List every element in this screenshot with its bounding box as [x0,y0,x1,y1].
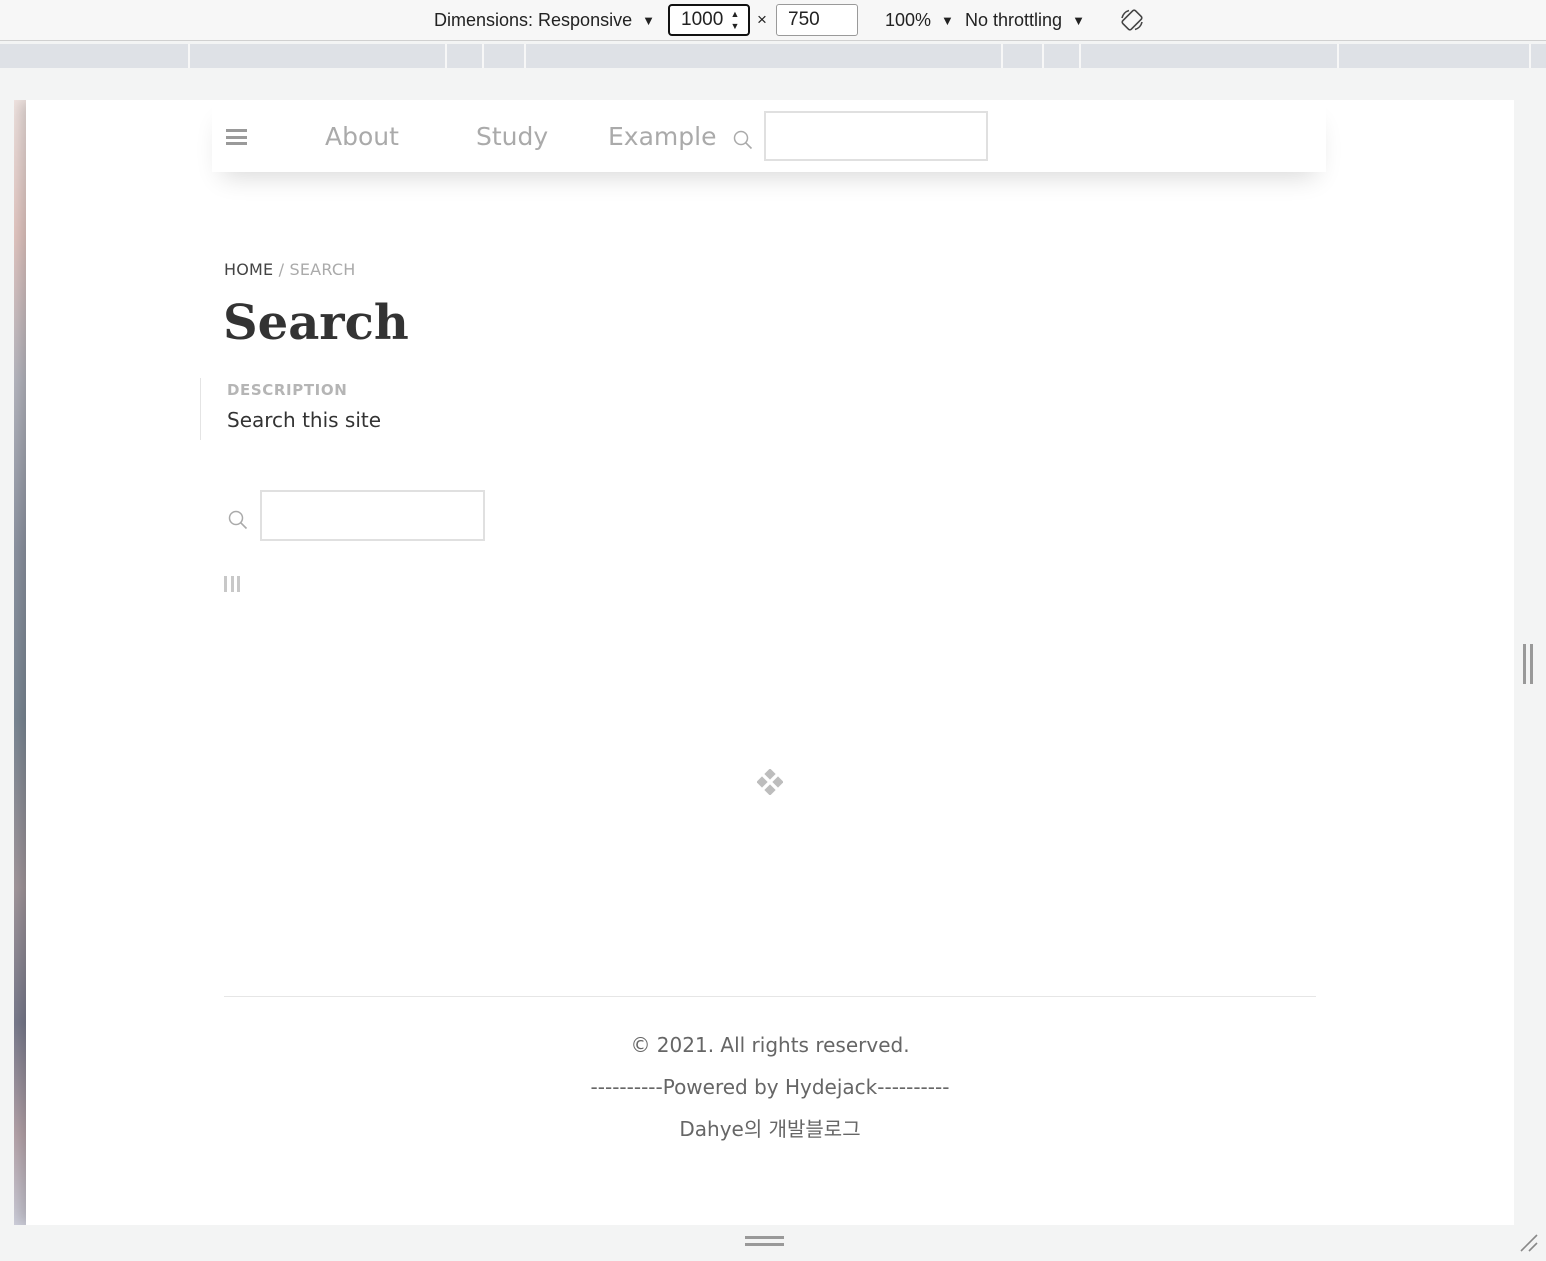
height-input[interactable]: 750 [776,4,858,36]
ruler-tick [1001,44,1003,68]
width-input[interactable]: 1000 ▲ ▼ [668,4,750,36]
breadcrumb-home-link[interactable]: HOME [224,260,273,279]
spin-up-icon[interactable]: ▲ [731,9,740,19]
devtools-device-toolbar: Dimensions: Responsive ▼ 1000 ▲ ▼ × 750 … [0,0,1546,41]
loading-diamonds-icon [757,769,783,795]
description-block: DESCRIPTION Search this site [200,378,381,440]
zoom-label: 100% [885,9,932,30]
ruler-tick [1079,44,1081,68]
nav-search-input[interactable] [764,111,988,161]
top-navbar: About Study Example [212,100,1326,172]
footer-copyright: © 2021. All rights reserved. [630,1033,910,1057]
nav-link-study[interactable]: Study [476,120,548,154]
breadcrumb-separator: / [273,260,290,279]
breadcrumb-current: SEARCH [289,260,356,279]
footer-powered-by: ----------Powered by Hydejack---------- [590,1075,950,1099]
main-search-input[interactable] [260,490,485,541]
ruler-tick [482,44,484,68]
zoom-dropdown[interactable]: 100% ▼ [885,0,954,40]
viewport-corner-resize-icon[interactable] [1518,1232,1540,1254]
viewport-right-resize-handle[interactable] [1523,644,1533,684]
height-value: 750 [788,9,820,30]
sidebar-background-image [14,100,26,1225]
zoom-caret-icon: ▼ [941,12,954,28]
device-viewport: About Study Example HOME / SEARCH Search… [14,100,1514,1225]
ruler-tick [445,44,447,68]
breadcrumb: HOME / SEARCH [224,260,355,279]
nav-link-example[interactable]: Example [608,120,716,154]
footer-divider [224,996,1316,997]
media-query-ruler[interactable] [0,44,1546,68]
search-icon [733,130,753,150]
width-value: 1000 [681,9,724,30]
description-text: Search this site [227,408,382,432]
ruler-tick [1337,44,1339,68]
spin-down-icon[interactable]: ▼ [731,21,740,31]
width-spinner[interactable]: ▲ ▼ [729,9,741,31]
search-icon [228,510,248,530]
ruler-tick [1529,44,1531,68]
dimensions-dropdown[interactable]: Dimensions: Responsive ▼ [434,0,655,40]
rotate-device-icon[interactable] [1120,8,1144,32]
dimensions-caret-icon: ▼ [642,12,655,28]
ruler-tick [1042,44,1044,68]
throttling-label: No throttling [965,9,1063,30]
footer-blog-name: Dahye의 개발블로그 [679,1117,861,1141]
hamburger-menu-icon[interactable] [226,129,247,145]
ruler-tick [188,44,190,68]
content-panel: About Study Example HOME / SEARCH Search… [26,100,1514,1225]
page-title: Search [223,295,409,351]
throttling-dropdown[interactable]: No throttling ▼ [965,0,1085,40]
results-columns-icon [224,576,240,592]
times-sign: × [757,10,767,29]
dimensions-label: Dimensions: Responsive [434,9,633,30]
viewport-bottom-resize-handle[interactable] [745,1236,784,1246]
ruler-tick [524,44,526,68]
throttling-caret-icon: ▼ [1072,12,1085,28]
nav-link-about[interactable]: About [325,120,399,154]
description-heading: DESCRIPTION [227,381,348,399]
